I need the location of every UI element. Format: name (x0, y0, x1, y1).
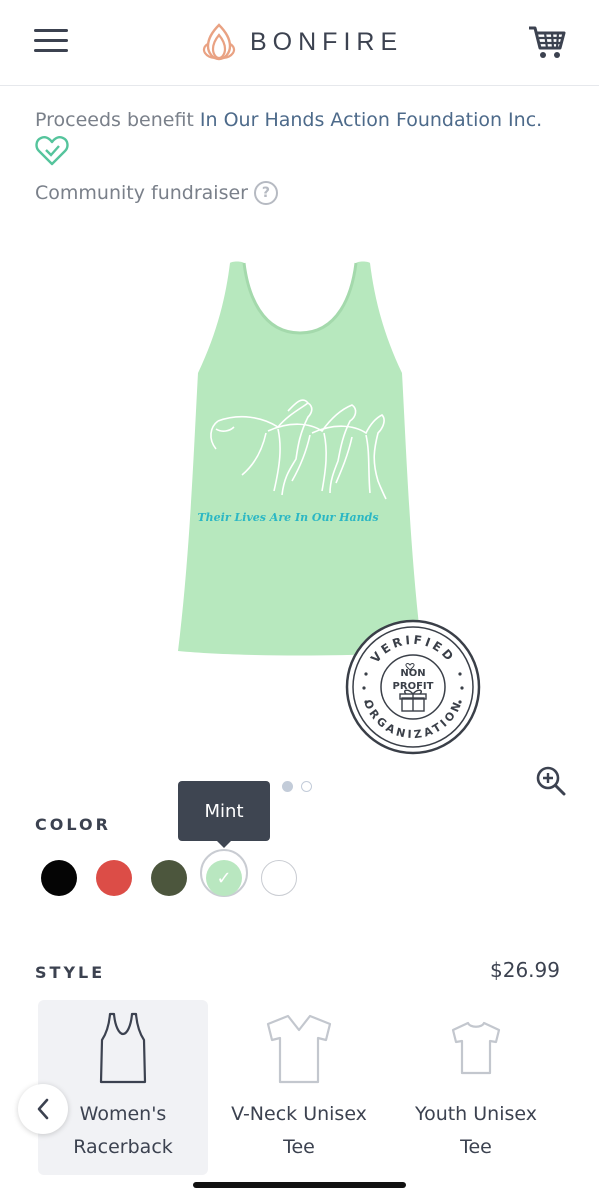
brand-name: BONFIRE (250, 27, 404, 56)
help-icon[interactable]: ? (253, 181, 278, 205)
fundraiser-type: Community fundraiser ? (35, 180, 278, 206)
style-option-line1: V-Neck Unisex (231, 1103, 367, 1125)
swatch-mint[interactable]: ✓ (206, 860, 242, 896)
swatch-olive[interactable] (151, 860, 187, 896)
style-option-line1: Youth Unisex (414, 1103, 537, 1125)
vneck-tee-icon (266, 1014, 332, 1084)
style-option-line2: Tee (283, 1136, 315, 1158)
swatch-black[interactable] (41, 860, 77, 896)
style-option-line2: Tee (460, 1136, 492, 1158)
cart-icon[interactable] (527, 22, 567, 62)
style-option-womens-racerback[interactable]: Women's Racerback (38, 1000, 208, 1175)
badge-profit: PROFIT (393, 681, 434, 692)
verified-nonprofit-badge: VERIFIED ORGANIZATION NON PROFIT (345, 619, 481, 755)
style-option-label: V-Neck Unisex Tee (214, 1098, 384, 1164)
racerback-icon (99, 1012, 147, 1084)
organization-link[interactable]: In Our Hands Action Foundation Inc. (200, 109, 542, 131)
style-prev-button[interactable] (18, 1084, 68, 1134)
style-option-line2: Racerback (73, 1136, 173, 1158)
style-option-youth-unisex[interactable]: Youth Unisex Tee (391, 1000, 561, 1175)
product-image[interactable]: Their Lives Are In Our Hands (170, 255, 430, 660)
top-header: BONFIRE (0, 0, 599, 86)
tooltip-arrow (216, 840, 232, 848)
image-pagination (282, 781, 312, 792)
chevron-left-icon (37, 1098, 49, 1120)
brand-logo[interactable]: BONFIRE (202, 20, 403, 64)
proceeds-text: Proceeds benefit In Our Hands Action Fou… (35, 107, 575, 133)
heart-check-icon (35, 136, 69, 166)
fundraiser-type-label: Community fundraiser (35, 182, 248, 204)
swatch-white[interactable] (261, 860, 297, 896)
check-icon: ✓ (216, 867, 232, 889)
image-dot-1[interactable] (282, 781, 293, 792)
menu-icon[interactable] (34, 27, 70, 55)
print-caption: Their Lives Are In Our Hands (197, 511, 378, 524)
swatch-red[interactable] (96, 860, 132, 896)
color-label: COLOR (35, 815, 111, 834)
youth-tee-icon (451, 1021, 501, 1075)
zoom-in-icon[interactable] (536, 766, 566, 796)
badge-non: NON (400, 668, 425, 679)
style-label: STYLE (35, 963, 106, 982)
product-price: $26.99 (490, 958, 560, 982)
color-tooltip: Mint (178, 781, 270, 841)
style-option-vneck-unisex[interactable]: V-Neck Unisex Tee (214, 1000, 384, 1175)
flame-logo-icon (202, 23, 236, 61)
image-dot-2[interactable] (301, 781, 312, 792)
style-option-label: Youth Unisex Tee (391, 1098, 561, 1164)
tank-top-shape (178, 261, 422, 656)
home-indicator[interactable] (193, 1182, 406, 1188)
proceeds-prefix: Proceeds benefit (35, 109, 200, 131)
